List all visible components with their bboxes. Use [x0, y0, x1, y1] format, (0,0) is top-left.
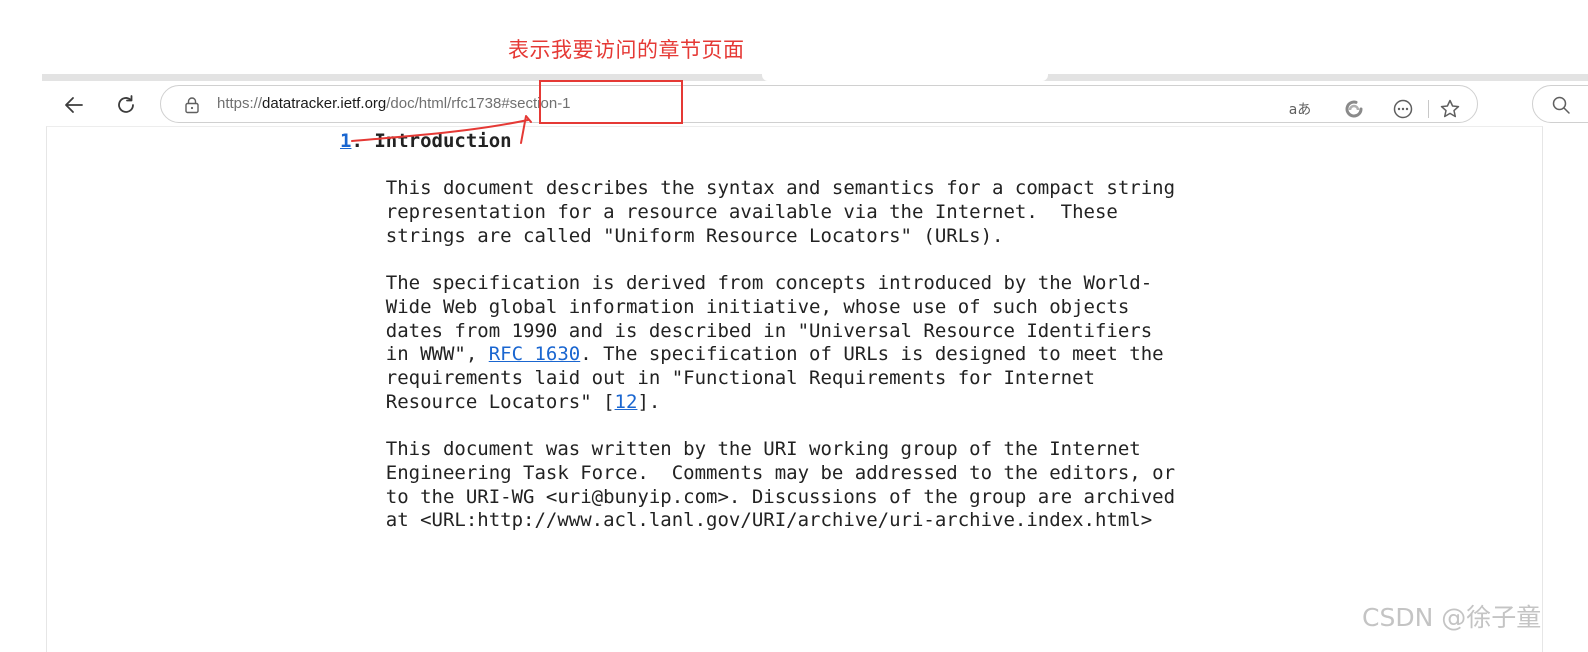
watermark: CSDN @徐子童	[1362, 603, 1542, 632]
lock-icon[interactable]	[183, 96, 201, 114]
annotation-label: 表示我要访问的章节页面	[508, 38, 745, 62]
more-options-button[interactable]	[1390, 96, 1416, 122]
favorite-star-icon	[1440, 99, 1460, 118]
toolbar-separator	[1428, 100, 1429, 118]
browser-toolbar: https://datatracker.ietf.org/doc/html/rf…	[42, 81, 1588, 127]
address-bar[interactable]: https://datatracker.ietf.org/doc/html/rf…	[160, 85, 1478, 123]
paragraph-1: This document describes the syntax and s…	[385, 177, 1176, 247]
search-box[interactable]	[1532, 85, 1588, 123]
edge-copilot-icon	[1345, 100, 1363, 118]
url-domain: datatracker.ietf.org	[262, 95, 387, 112]
url-scheme: https://	[217, 95, 263, 112]
more-options-icon	[1393, 99, 1413, 119]
paragraph-2: The specification is derived from concep…	[386, 272, 1164, 414]
section-title: . Introduction	[351, 130, 512, 152]
tab-strip-gap	[762, 74, 1048, 81]
search-icon	[1552, 96, 1570, 114]
viewport-edge	[1544, 126, 1588, 652]
url-text[interactable]: https://datatracker.ietf.org/doc/html/rf…	[217, 95, 571, 112]
read-aloud-icon: aあ	[1288, 102, 1312, 118]
section-heading: 1. Introduction	[340, 130, 512, 152]
favorite-button[interactable]	[1437, 96, 1463, 122]
back-arrow-icon	[65, 97, 83, 113]
paragraph-2-part-3: ].	[637, 390, 661, 413]
back-button[interactable]	[60, 91, 88, 119]
paragraph-3: This document was written by the URI wor…	[385, 438, 1176, 532]
annotation-highlight-box	[539, 80, 683, 124]
refresh-button[interactable]	[112, 91, 140, 119]
copilot-button[interactable]	[1341, 96, 1367, 122]
rfc-document: 1. Introduction This document describes …	[340, 130, 1175, 533]
section-number-link[interactable]: 1	[340, 130, 351, 152]
refresh-icon	[118, 95, 134, 113]
reference-12-link[interactable]: 12	[615, 391, 638, 413]
rfc-1630-link[interactable]: RFC 1630	[489, 343, 581, 365]
read-aloud-button[interactable]: aあ	[1287, 96, 1313, 122]
